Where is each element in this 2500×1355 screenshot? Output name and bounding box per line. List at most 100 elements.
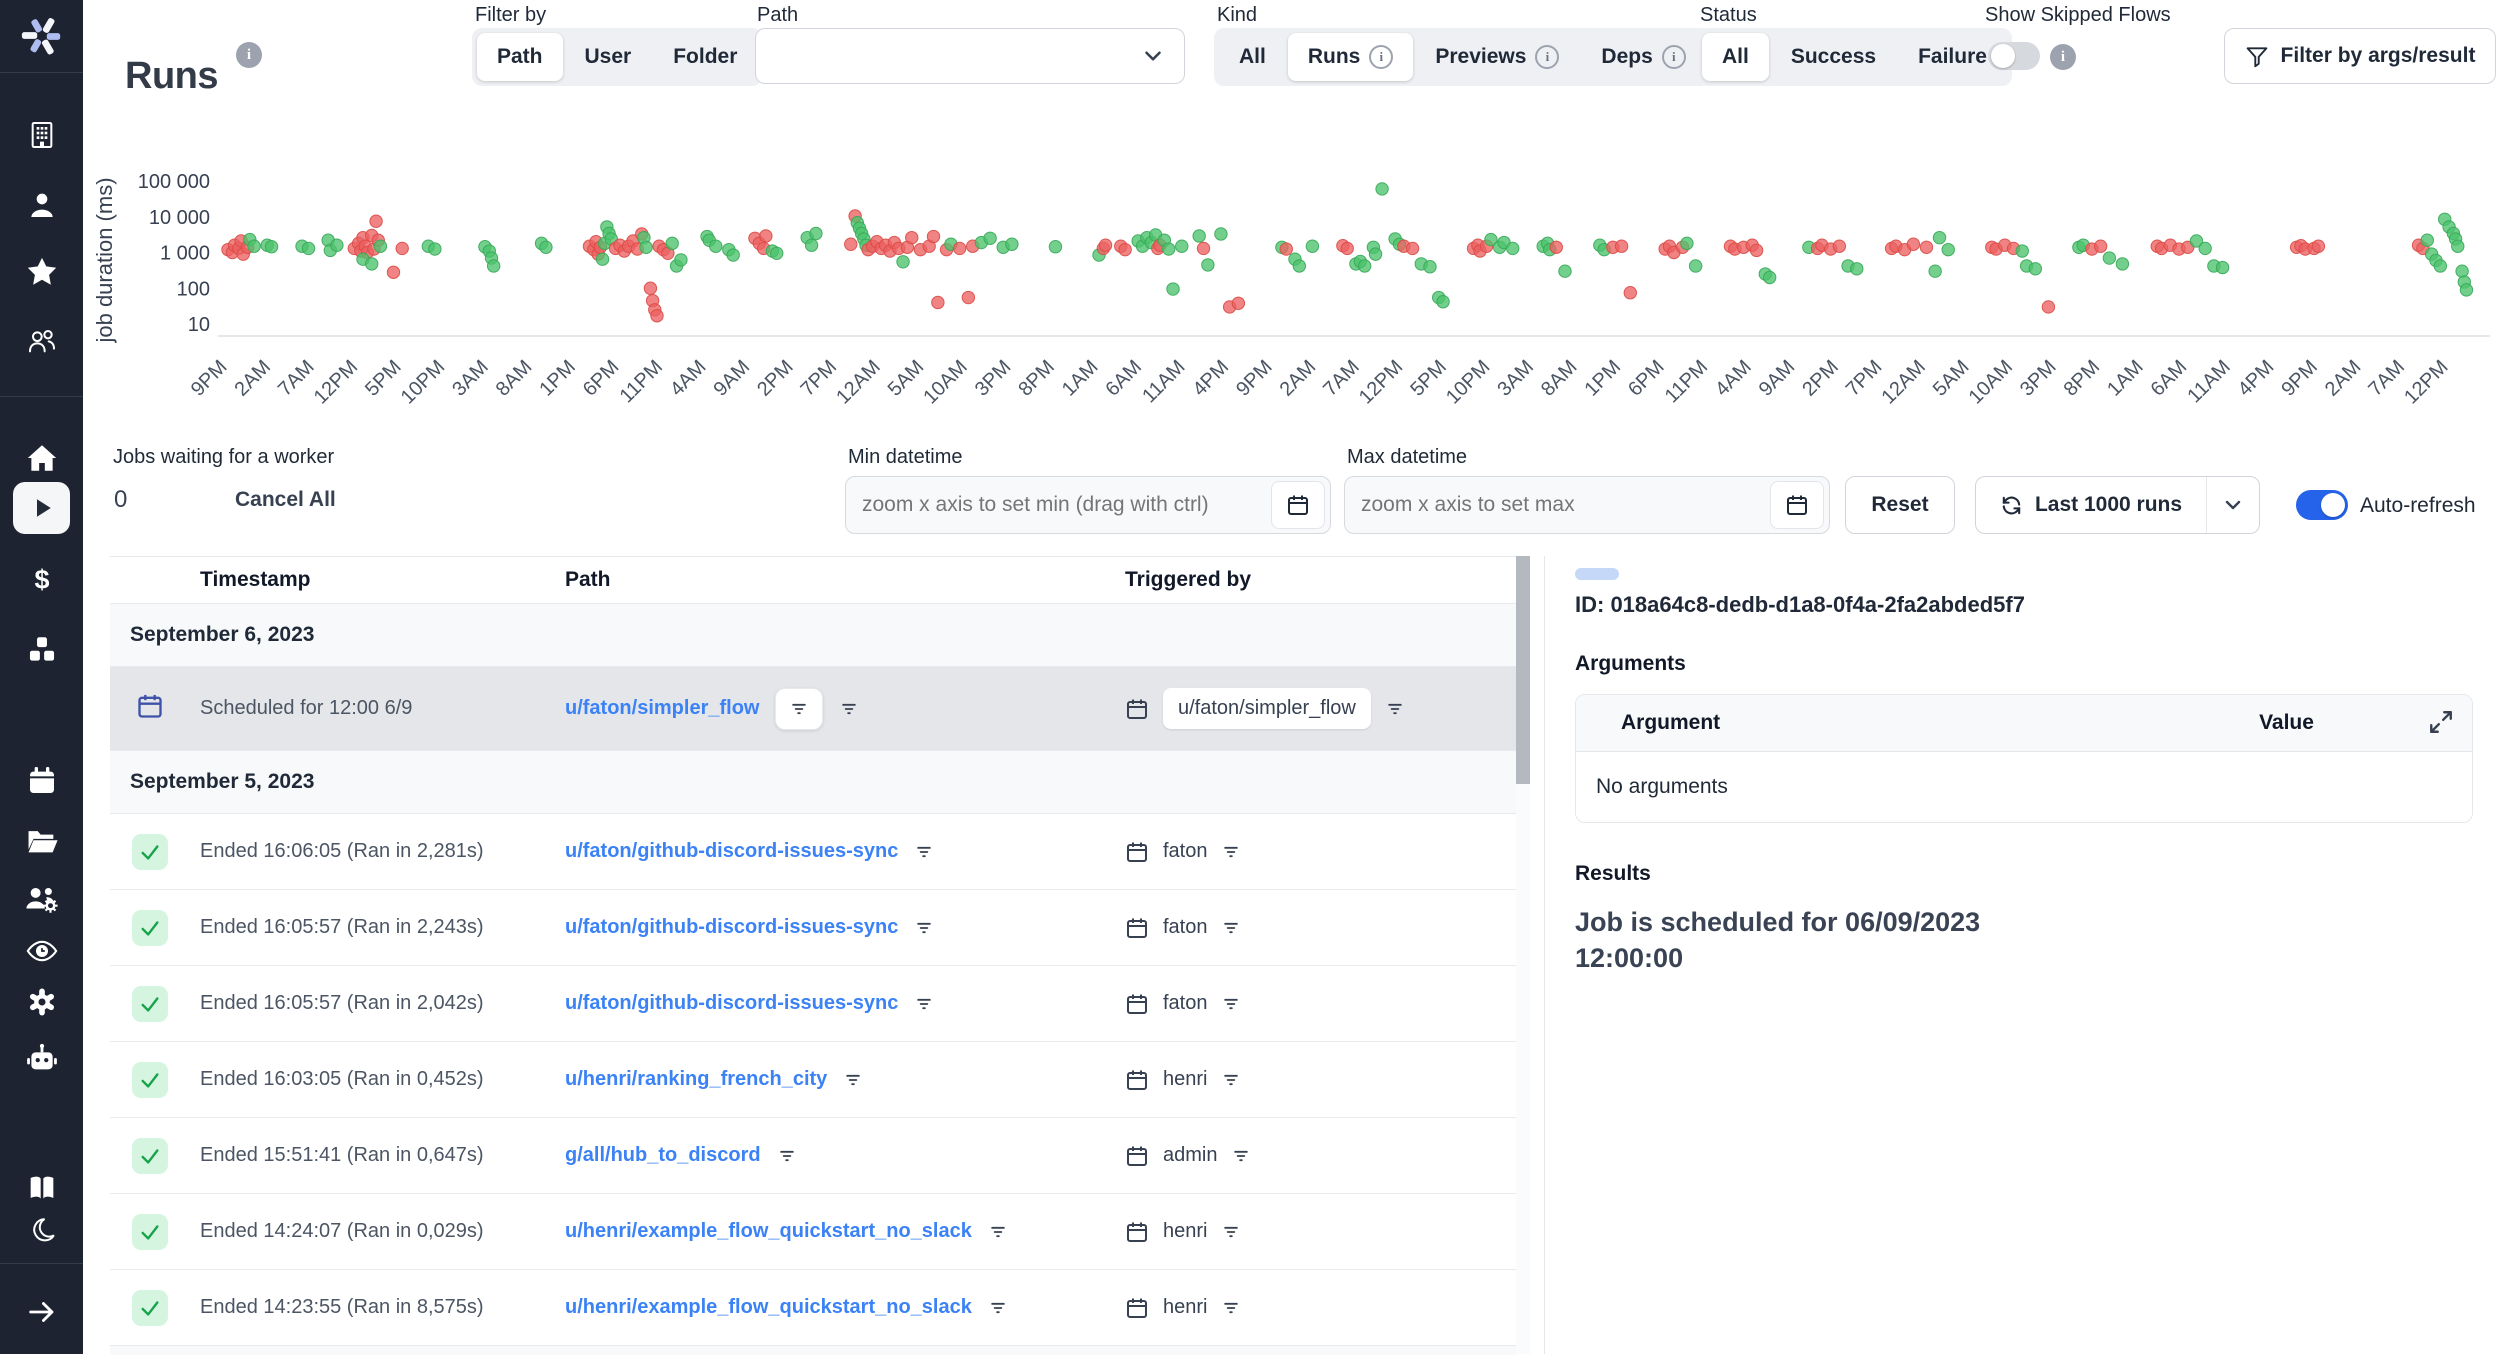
- kind-previews-button[interactable]: Previewsi: [1415, 33, 1579, 81]
- run-path-link[interactable]: u/henri/ranking_french_city: [565, 1068, 827, 1091]
- path-select[interactable]: [755, 28, 1185, 84]
- moon-icon[interactable]: [0, 1213, 83, 1249]
- table-row[interactable]: Ended 16:06:05 (Ran in 2,281s) u/faton/g…: [110, 813, 1516, 889]
- run-path-link[interactable]: u/faton/github-discord-issues-sync: [565, 916, 898, 939]
- path-filter-icon[interactable]: [839, 699, 859, 719]
- svg-text:2AM: 2AM: [2321, 356, 2366, 401]
- svg-text:10PM: 10PM: [1442, 356, 1495, 409]
- cancel-all-button[interactable]: Cancel All: [235, 488, 336, 512]
- funnel-icon: [2245, 44, 2269, 68]
- info-icon: i: [1535, 45, 1559, 69]
- table-scrollbar-thumb[interactable]: [1516, 556, 1530, 784]
- run-timestamp: Ended 16:05:57 (Ran in 2,243s): [190, 916, 555, 939]
- path-filter-icon[interactable]: [914, 918, 934, 938]
- triggered-filter-icon[interactable]: [1221, 994, 1241, 1014]
- kind-segmented: All Runsi Previewsi Depsi: [1214, 28, 1711, 86]
- min-datetime-input[interactable]: [846, 493, 1271, 517]
- user-group-gear-icon[interactable]: [0, 882, 83, 918]
- svg-text:3AM: 3AM: [1493, 356, 1538, 401]
- path-filter-icon[interactable]: [843, 1070, 863, 1090]
- table-row[interactable]: Scheduled for 12:00 6/9 u/faton/simpler_…: [110, 666, 1516, 750]
- table-row[interactable]: Ended 14:23:55 (Ran in 8,575s) u/henri/e…: [110, 1269, 1516, 1345]
- path-filter-icon[interactable]: [777, 1146, 797, 1166]
- robot-icon[interactable]: [0, 1040, 83, 1076]
- status-all-button[interactable]: All: [1702, 33, 1769, 81]
- path-filter-icon[interactable]: [988, 1298, 1008, 1318]
- max-datetime-input[interactable]: [1345, 493, 1770, 517]
- path-filter-icon[interactable]: [914, 842, 934, 862]
- run-path-link[interactable]: u/faton/github-discord-issues-sync: [565, 992, 898, 1015]
- success-check-icon: [132, 910, 168, 946]
- run-path-link[interactable]: u/henri/example_flow_quickstart_no_slack: [565, 1220, 972, 1243]
- filter-by-path-button[interactable]: Path: [477, 33, 563, 81]
- run-path-link[interactable]: u/faton/github-discord-issues-sync: [565, 840, 898, 863]
- windmill-logo[interactable]: [0, 10, 83, 62]
- table-row[interactable]: Ended 14:24:07 (Ran in 0,029s) u/henri/e…: [110, 1193, 1516, 1269]
- folder-icon[interactable]: [0, 823, 83, 859]
- page-title: Runs: [125, 55, 218, 98]
- svg-text:8AM: 8AM: [492, 356, 537, 401]
- eye-icon[interactable]: [0, 933, 83, 969]
- triggered-filter-icon[interactable]: [1221, 842, 1241, 862]
- triggered-filter-icon[interactable]: [1221, 1222, 1241, 1242]
- reset-button[interactable]: Reset: [1845, 476, 1955, 534]
- filter-args-result-button[interactable]: Filter by args/result: [2224, 28, 2496, 84]
- filter-by-user-button[interactable]: User: [565, 33, 652, 81]
- triggered-filter-icon[interactable]: [1221, 1298, 1241, 1318]
- date-group-row: September 6, 2023: [110, 603, 1516, 666]
- path-label: Path: [757, 4, 798, 27]
- cubes-icon[interactable]: [0, 632, 83, 668]
- runs-nav-active[interactable]: [13, 482, 70, 534]
- table-row[interactable]: Ended 16:05:57 (Ran in 2,042s) u/faton/g…: [110, 965, 1516, 1041]
- filter-by-folder-button[interactable]: Folder: [653, 33, 757, 81]
- svg-text:4AM: 4AM: [1711, 356, 1756, 401]
- expand-icon[interactable]: [2428, 709, 2454, 735]
- building-icon[interactable]: [0, 118, 83, 152]
- home-icon[interactable]: [0, 440, 83, 476]
- arrow-right-icon[interactable]: [0, 1292, 83, 1332]
- table-row[interactable]: Ended 16:03:05 (Ran in 0,452s) u/henri/r…: [110, 1041, 1516, 1117]
- triggered-calendar-icon: [1125, 916, 1149, 940]
- run-path-link[interactable]: u/faton/simpler_flow: [565, 697, 759, 720]
- svg-text:10AM: 10AM: [919, 356, 972, 409]
- svg-text:1 000: 1 000: [160, 243, 210, 265]
- kind-runs-button[interactable]: Runsi: [1288, 33, 1414, 81]
- triggered-calendar-icon: [1125, 697, 1149, 721]
- path-filter-icon[interactable]: [914, 994, 934, 1014]
- show-skipped-label: Show Skipped Flows: [1985, 4, 2171, 27]
- gear-icon[interactable]: [0, 984, 83, 1020]
- show-skipped-toggle[interactable]: [1988, 42, 2040, 70]
- runs-duration-chart[interactable]: 100 00010 0001 00010010job duration (ms)…: [88, 148, 2500, 398]
- user-icon[interactable]: [0, 188, 83, 222]
- svg-text:2AM: 2AM: [230, 356, 275, 401]
- run-path-link[interactable]: g/all/hub_to_discord: [565, 1144, 761, 1167]
- path-filter-button[interactable]: [775, 688, 823, 730]
- last-runs-dropdown-button[interactable]: [2207, 477, 2259, 533]
- table-row[interactable]: Ended 16:05:57 (Ran in 2,243s) u/faton/g…: [110, 889, 1516, 965]
- triggered-filter-icon[interactable]: [1385, 699, 1405, 719]
- triggered-filter-icon[interactable]: [1221, 918, 1241, 938]
- star-icon[interactable]: [0, 255, 83, 289]
- max-datetime-field: [1344, 476, 1830, 534]
- table-row[interactable]: Ended 15:51:41 (Ran in 0,647s) g/all/hub…: [110, 1117, 1516, 1193]
- max-datetime-calendar-button[interactable]: [1770, 481, 1824, 529]
- min-datetime-calendar-button[interactable]: [1271, 481, 1325, 529]
- triggered-filter-icon[interactable]: [1221, 1070, 1241, 1090]
- refresh-icon: [2000, 494, 2023, 517]
- status-success-button[interactable]: Success: [1771, 33, 1896, 81]
- calendar-icon[interactable]: [0, 763, 83, 799]
- triggered-filter-icon[interactable]: [1231, 1146, 1251, 1166]
- auto-refresh-toggle[interactable]: [2296, 490, 2348, 520]
- triggered-calendar-icon: [1125, 1068, 1149, 1092]
- user-group-icon[interactable]: [0, 325, 83, 359]
- kind-all-button[interactable]: All: [1219, 33, 1286, 81]
- kind-deps-button[interactable]: Depsi: [1581, 33, 1705, 81]
- last-runs-button[interactable]: Last 1000 runs: [1976, 493, 2206, 517]
- value-column-header: Value: [2101, 711, 2472, 735]
- argument-column-header: Argument: [1576, 711, 2101, 735]
- book-icon[interactable]: [0, 1170, 83, 1206]
- run-path-link[interactable]: u/henri/example_flow_quickstart_no_slack: [565, 1296, 972, 1319]
- path-filter-icon[interactable]: [988, 1222, 1008, 1242]
- dollar-icon[interactable]: $: [0, 562, 83, 598]
- last-runs-split-button: Last 1000 runs: [1975, 476, 2260, 534]
